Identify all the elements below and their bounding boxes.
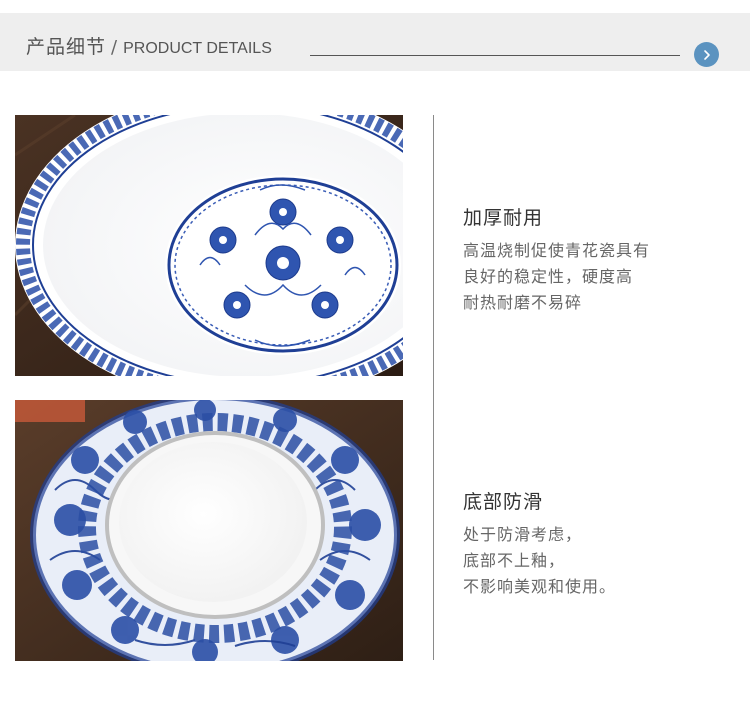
feature-description-line: 底部不上釉， xyxy=(463,551,566,570)
header-rule xyxy=(310,55,680,56)
feature-thick-durable: 加厚耐用 高温烧制促使青花瓷具有 良好的稳定性，硬度高 耐热耐磨不易碎 xyxy=(463,204,733,316)
feature-title: 底部防滑 xyxy=(463,491,544,513)
feature-description-line: 高温烧制促使青花瓷具有 xyxy=(463,241,651,260)
content-divider xyxy=(433,115,434,660)
section-header: 产品细节 / PRODUCT DETAILS xyxy=(0,13,750,71)
feature-description-line: 不影响美观和使用。 xyxy=(463,577,617,596)
feature-title: 加厚耐用 xyxy=(463,207,544,229)
feature-description-line: 耐热耐磨不易碎 xyxy=(463,293,583,312)
feature-description-line: 处于防滑考虑， xyxy=(463,525,583,544)
bowl-interior-photo xyxy=(15,115,403,376)
feature-non-slip-base: 底部防滑 处于防滑考虑， 底部不上釉， 不影响美观和使用。 xyxy=(463,488,733,600)
bowl-base-photo xyxy=(15,400,403,661)
chevron-right-icon xyxy=(703,49,710,60)
section-title-cn: 产品细节 xyxy=(26,36,107,58)
feature-description-line: 良好的稳定性，硬度高 xyxy=(463,267,634,286)
section-title-en: PRODUCT DETAILS xyxy=(123,40,272,57)
next-button[interactable] xyxy=(694,42,719,67)
title-separator: / xyxy=(111,37,118,58)
section-title: 产品细节 / PRODUCT DETAILS xyxy=(26,32,272,60)
